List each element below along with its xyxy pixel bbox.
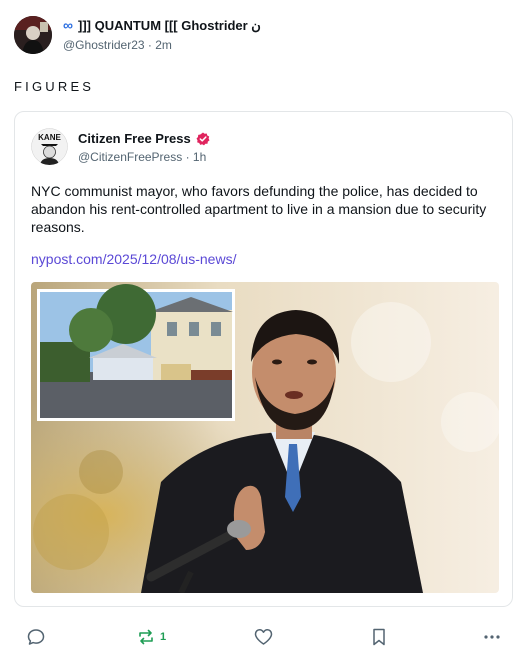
quoted-author-avatar[interactable]: KANE [31, 128, 68, 165]
quoted-post-card[interactable]: KANE Citizen Free Press @CitizenFreePres… [14, 111, 513, 607]
meta-separator: · [147, 37, 152, 52]
more-icon [484, 635, 500, 639]
article-link[interactable]: nypost.com/2025/12/08/us-news/ [31, 251, 236, 267]
bookmark-button[interactable] [371, 628, 387, 646]
author-name-row[interactable]: ∞ ]]] QUANTUM [[[ Ghostrider ن [63, 17, 261, 35]
action-bar: 1 [0, 618, 528, 658]
quoted-meta-separator: · [185, 149, 190, 164]
avatar-image [14, 16, 52, 54]
reply-icon [27, 629, 45, 645]
like-button[interactable] [254, 628, 273, 646]
author-name[interactable]: ]]] QUANTUM [[[ Ghostrider ن [78, 18, 261, 34]
post-time[interactable]: 2m [155, 38, 172, 52]
verified-badge-icon [196, 132, 210, 146]
post-container: ∞ ]]] QUANTUM [[[ Ghostrider ن @Ghostrid… [0, 0, 528, 665]
article-image[interactable] [31, 282, 499, 593]
quoted-avatar-image: KANE [31, 128, 68, 165]
author-info: ∞ ]]] QUANTUM [[[ Ghostrider ن @Ghostrid… [63, 17, 261, 53]
post-header: ∞ ]]] QUANTUM [[[ Ghostrider ن @Ghostrid… [14, 16, 261, 54]
repost-button[interactable]: 1 [137, 628, 166, 646]
quoted-post-time[interactable]: 1h [193, 150, 206, 164]
avatar-lettering: KANE [38, 133, 61, 142]
news-photo [31, 282, 499, 593]
quoted-author-info: Citizen Free Press @CitizenFreePress · 1… [78, 131, 210, 165]
quoted-post-text: NYC communist mayor, who favors defundin… [31, 183, 487, 235]
post-text: FIGURES [14, 79, 95, 94]
quoted-author-handle[interactable]: @CitizenFreePress [78, 150, 182, 164]
bookmark-icon [373, 628, 385, 646]
inset-photo [37, 284, 235, 421]
infinity-icon: ∞ [63, 17, 73, 34]
repost-icon [139, 629, 153, 645]
repost-count[interactable]: 1 [160, 631, 166, 643]
heart-icon [254, 628, 273, 645]
quoted-author-name[interactable]: Citizen Free Press [78, 131, 191, 148]
author-avatar[interactable] [14, 16, 52, 54]
reply-button[interactable] [27, 628, 45, 646]
author-handle[interactable]: @Ghostrider23 [63, 38, 145, 52]
quoted-author-meta: @CitizenFreePress · 1h [78, 150, 210, 166]
author-meta: @Ghostrider23 · 2m [63, 38, 261, 53]
quoted-author-name-row: Citizen Free Press [78, 131, 210, 148]
more-button[interactable] [483, 628, 501, 646]
